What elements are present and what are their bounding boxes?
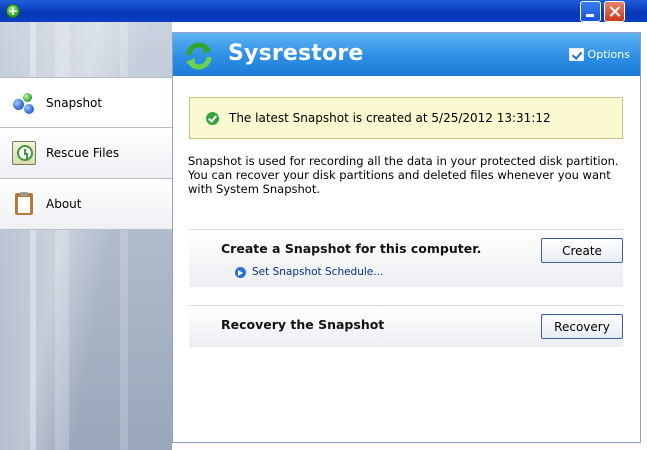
title-bar: + [0,0,647,22]
minimize-button[interactable] [580,1,601,22]
status-text: The latest Snapshot is created at 5/25/2… [229,111,551,125]
options-label: Options [587,48,630,61]
options-button[interactable]: Options [568,48,630,61]
check-circle-icon [206,111,219,125]
recovery-button[interactable]: Recovery [541,314,623,339]
app-brand-title: Sysrestore [228,41,364,66]
header-banner: Sysrestore Options [173,33,640,76]
set-schedule-label: Set Snapshot Schedule... [252,266,384,278]
sidebar-item-label: Rescue Files [46,146,120,160]
refresh-arrows-icon [186,42,212,70]
create-button[interactable]: Create [541,238,623,263]
checkbox-icon [568,48,584,61]
sidebar-item-rescue-files[interactable]: Rescue Files [0,128,172,179]
create-section-title: Create a Snapshot for this computer. [221,241,482,256]
recovery-section: Recovery the Snapshot Recovery [189,305,623,347]
plus-icon: + [6,4,20,18]
sidebar-item-label: Snapshot [46,95,103,110]
sidebar-item-label: About [46,197,82,211]
sidebar-item-about[interactable]: About [0,179,172,230]
recovery-section-title: Recovery the Snapshot [221,317,385,332]
sidebar-nav: Snapshot Rescue Files About [0,77,172,230]
rescue-clock-icon [12,141,36,165]
create-snapshot-section: Create a Snapshot for this computer. Cre… [189,229,623,287]
clipboard-icon [12,192,36,216]
description-text: Snapshot is used for recording all the d… [188,154,619,196]
status-banner: The latest Snapshot is created at 5/25/2… [189,97,623,139]
arrow-right-circle-icon [235,266,246,278]
set-schedule-link[interactable]: Set Snapshot Schedule... [235,266,383,278]
snapshot-icon [12,91,36,115]
sidebar-item-snapshot[interactable]: Snapshot [0,77,172,128]
close-button[interactable] [604,1,625,22]
main-panel: Sysrestore Options The latest Snapshot i… [172,32,641,443]
